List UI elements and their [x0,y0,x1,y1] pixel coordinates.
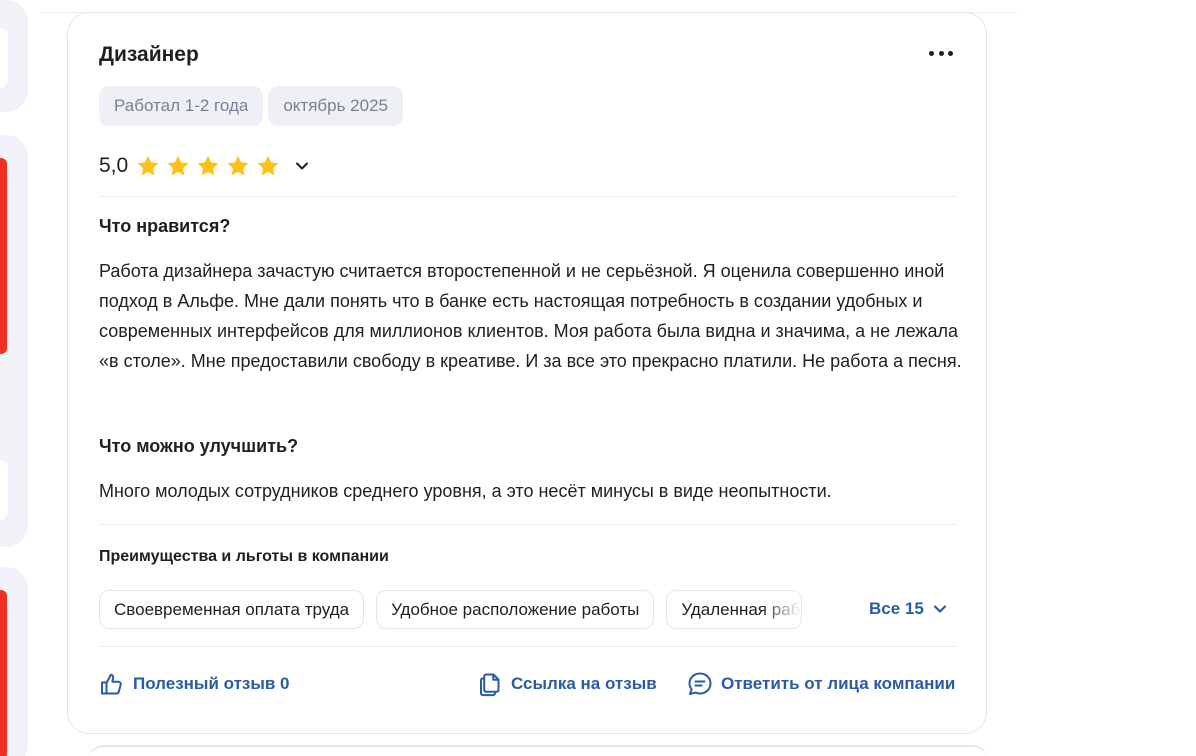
benefit-chip[interactable]: Удаленная работа [666,590,803,629]
divider [99,196,957,197]
next-card-edge [88,745,988,756]
star-icon [197,155,219,176]
rating-row: 5,0 [99,154,311,178]
star-icon [167,155,189,176]
show-all-label: Все 15 [869,599,924,618]
benefit-chip[interactable]: Удобное расположение работы [376,590,655,629]
copy-link-label: Ссылка на отзыв [511,674,657,693]
star-icon [137,155,159,176]
copy-link-icon [480,673,500,697]
divider [99,524,957,525]
review-title: Дизайнер [99,43,199,66]
review-tags: Работал 1-2 года октябрь 2025 [99,86,403,126]
benefits-chips: Своевременная оплата труда Удобное распо… [99,590,803,629]
divider [99,646,957,647]
more-dots-icon [938,50,944,56]
improve-text: Много молодых сотрудников среднего уровн… [99,481,832,501]
sidebar-red-accent [0,590,7,756]
rating-value: 5,0 [99,154,129,177]
chevron-down-icon[interactable] [293,157,311,175]
show-all-benefits-button[interactable]: Все 15 [869,599,948,619]
star-icon [257,155,279,176]
more-dots-icon [948,50,953,56]
improve-heading: Что можно улучшить? [99,436,299,456]
more-options-button[interactable] [926,43,956,63]
review-card: Дизайнер Работал 1-2 года октябрь 2025 5… [67,12,987,734]
sidebar-red-accent [0,158,7,354]
sidebar-card-inner [0,28,8,88]
date-tag: октябрь 2025 [268,86,403,126]
benefit-chip[interactable]: Своевременная оплата труда [99,590,365,629]
helpful-label: Полезный отзыв 0 [133,674,290,693]
likes-heading: Что нравится? [99,216,231,236]
experience-tag: Работал 1-2 года [99,86,264,126]
likes-text: Работа дизайнера зачастую считается втор… [99,261,962,371]
reply-label: Ответить от лица компании [721,674,956,693]
rating-stars [136,154,280,178]
sidebar-card-inner [0,460,8,520]
more-dots-icon [929,50,934,56]
copy-link-button[interactable]: Ссылка на отзыв [477,671,657,697]
helpful-button[interactable]: Полезный отзыв 0 [99,671,290,697]
page: Дизайнер Работал 1-2 года октябрь 2025 5… [0,0,1196,756]
star-icon [227,155,249,176]
chevron-down-icon [933,605,946,613]
benefits-heading: Преимущества и льготы в компании [99,548,389,565]
chat-bubble-icon [688,672,712,695]
thumbs-up-icon [101,673,122,695]
reply-as-company-button[interactable]: Ответить от лица компании [687,671,955,697]
